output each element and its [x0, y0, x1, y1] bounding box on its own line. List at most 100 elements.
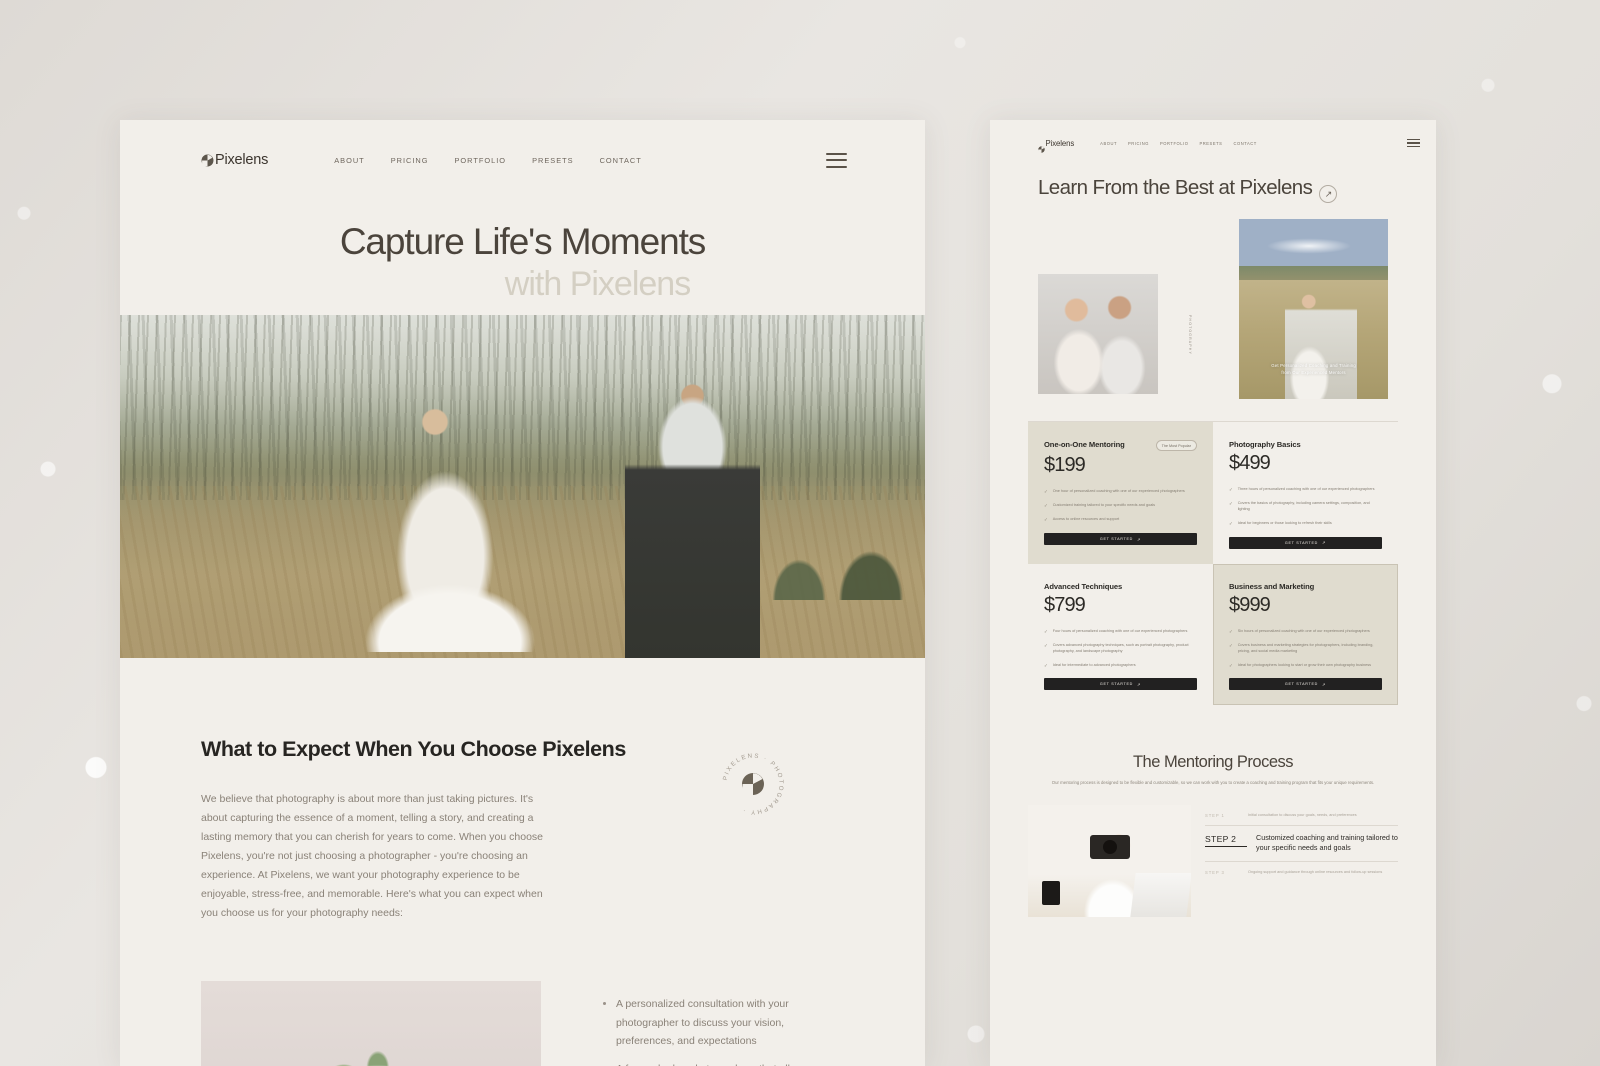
- nav-link-pricing[interactable]: PRICING: [1128, 141, 1149, 146]
- hero-bride-figure: [320, 401, 570, 652]
- card-price: $199: [1044, 454, 1086, 477]
- hamburger-icon[interactable]: [1407, 138, 1420, 148]
- check-icon: ✓: [1044, 503, 1048, 509]
- pricing-section: One-on-One Mentoring The Most Popular $1…: [1028, 421, 1398, 706]
- process-image: [1028, 804, 1191, 917]
- get-started-button[interactable]: GET STARTED ↗: [1229, 536, 1382, 549]
- button-label: GET STARTED: [1284, 540, 1319, 545]
- pricing-grid: One-on-One Mentoring The Most Popular $1…: [1028, 422, 1398, 706]
- hero-title-line2: with Pixelens: [504, 264, 691, 303]
- list-item: ✓ Ideal for beginners or those looking to…: [1229, 521, 1382, 527]
- aperture-icon: [1038, 140, 1045, 153]
- feature-text: Covers business and marketing strategies…: [1237, 642, 1374, 653]
- expect-bullet-list: A personalized consultation with your ph…: [541, 981, 841, 1066]
- arrow-up-right-icon: ↗: [1137, 536, 1142, 542]
- arrow-up-right-icon: ↗: [1322, 681, 1327, 687]
- card-header: Business and Marketing: [1229, 582, 1382, 591]
- process-step-2[interactable]: STEP 2 Customized coaching and training …: [1205, 826, 1398, 861]
- right-hero-gallery: PHOTOGRAPHY Get Personalized Coaching an…: [990, 203, 1436, 400]
- feature-text: Three hours of personalized coaching wit…: [1237, 487, 1375, 492]
- check-icon: ✓: [1044, 662, 1048, 668]
- list-item: A fun and relaxed atmosphere that allows…: [603, 1060, 841, 1066]
- check-icon: ✓: [1044, 517, 1048, 523]
- get-started-button[interactable]: GET STARTED ↗: [1229, 678, 1382, 691]
- pricing-card-advanced-techniques[interactable]: Advanced Techniques $799 ✓ Four hours of …: [1028, 564, 1213, 706]
- aperture-icon: [741, 772, 765, 796]
- card-price: $499: [1229, 452, 1271, 475]
- camera-shape: [1090, 834, 1130, 859]
- nav-link-about[interactable]: ABOUT: [1100, 141, 1117, 146]
- arrow-up-right-icon: ↗: [1322, 540, 1327, 546]
- right-nav-links: ABOUT PRICING PORTFOLIO PRESETS CONTACT: [1100, 141, 1257, 146]
- pricing-card-one-on-one[interactable]: One-on-One Mentoring The Most Popular $1…: [1028, 422, 1213, 564]
- card-price: $799: [1044, 593, 1086, 616]
- nav-link-presets[interactable]: PRESETS: [1199, 141, 1222, 146]
- button-label: GET STARTED: [1284, 682, 1319, 687]
- list-item: ✓ Customized training tailored to your sp…: [1044, 503, 1197, 509]
- brand-logo[interactable]: Pixelens: [1038, 138, 1075, 153]
- hero-groom-figure: [625, 372, 760, 658]
- brand-logo[interactable]: Pixelens: [201, 152, 268, 168]
- card-header: Advanced Techniques: [1044, 582, 1197, 591]
- right-navbar: Pixelens ABOUT PRICING PORTFOLIO PRESETS…: [990, 120, 1436, 166]
- nav-link-pricing[interactable]: PRICING: [391, 156, 429, 165]
- mug-shape: [1042, 880, 1060, 905]
- list-item: A personalized consultation with your ph…: [603, 995, 841, 1050]
- card-features: ✓ Four hours of personalized coaching wit…: [1044, 629, 1197, 669]
- nav-link-portfolio[interactable]: PORTFOLIO: [1160, 141, 1189, 146]
- card-title: Photography Basics: [1229, 440, 1301, 450]
- status-badge: The Most Popular: [1155, 440, 1197, 452]
- cloud-shape: [1249, 235, 1370, 258]
- right-page-mockup: Pixelens ABOUT PRICING PORTFOLIO PRESETS…: [990, 120, 1436, 1066]
- process-step-3[interactable]: STEP 3 Ongoing support and guidance thro…: [1205, 862, 1398, 882]
- card-title: Business and Marketing: [1229, 581, 1315, 591]
- right-hero-title: Learn From the Best at Pixelens ↗: [1038, 176, 1388, 204]
- nav-link-presets[interactable]: PRESETS: [532, 156, 574, 165]
- process-steps: STEP 1 Initial consultation to discuss y…: [1191, 805, 1398, 882]
- left-nav-links: ABOUT PRICING PORTFOLIO PRESETS CONTACT: [334, 156, 642, 165]
- mentoring-process-section: The Mentoring Process Our mentoring proc…: [990, 705, 1436, 786]
- arrow-up-right-icon[interactable]: ↗: [1319, 185, 1338, 204]
- bouquet-image: [201, 981, 541, 1066]
- card-features: ✓ Six hours of personalized coaching with…: [1229, 629, 1382, 669]
- get-started-button[interactable]: GET STARTED ↗: [1044, 533, 1197, 546]
- overlay-line-2: from Our Experienced Mentors: [1281, 370, 1346, 376]
- feature-text: Access to online resources and support: [1052, 517, 1120, 522]
- pricing-card-photography-basics[interactable]: Photography Basics $499 ✓ Three hours of …: [1213, 422, 1398, 564]
- brand-name: Pixelens: [1045, 138, 1075, 148]
- feature-text: Ideal for intermediate to advanced photo…: [1052, 662, 1136, 667]
- step-description: Ongoing support and guidance through onl…: [1248, 869, 1383, 874]
- hills-shape: [1239, 266, 1388, 281]
- step-description: Initial consultation to discuss your goa…: [1248, 812, 1357, 817]
- hamburger-icon[interactable]: [826, 152, 847, 168]
- pricing-card-business-marketing[interactable]: Business and Marketing $999 ✓ Six hours o…: [1213, 563, 1398, 706]
- vertical-photography-label: PHOTOGRAPHY: [1188, 315, 1192, 356]
- feature-text: Customized training tailored to your spe…: [1052, 503, 1156, 508]
- couple-figure: [1285, 283, 1358, 400]
- card-header: One-on-One Mentoring The Most Popular: [1044, 440, 1197, 452]
- card-features: ✓ Three hours of personalized coaching wi…: [1229, 487, 1382, 527]
- step-label: STEP 2: [1205, 833, 1247, 847]
- hero-image: [120, 314, 925, 658]
- get-started-button[interactable]: GET STARTED ↗: [1044, 678, 1197, 691]
- feature-text: Six hours of personalized coaching with …: [1237, 628, 1370, 633]
- feature-text: Four hours of personalized coaching with…: [1052, 628, 1188, 633]
- step-label: STEP 1: [1205, 812, 1225, 818]
- process-step-1[interactable]: STEP 1 Initial consultation to discuss y…: [1205, 805, 1398, 825]
- check-icon: ✓: [1229, 487, 1233, 493]
- expect-paragraph: We believe that photography is about mor…: [201, 792, 543, 920]
- feature-text: One hour of personalized coaching with o…: [1052, 489, 1185, 494]
- card-header: Photography Basics: [1229, 440, 1382, 449]
- nav-link-contact[interactable]: CONTACT: [1233, 141, 1256, 146]
- check-icon: ✓: [1229, 628, 1233, 634]
- list-item: ✓ Ideal for photographers looking to star…: [1229, 663, 1382, 669]
- list-item: ✓ Four hours of personalized coaching wit…: [1044, 629, 1197, 635]
- aperture-icon: [201, 154, 214, 167]
- process-heading: The Mentoring Process: [1132, 753, 1294, 772]
- check-icon: ✓: [1229, 501, 1233, 507]
- check-icon: ✓: [1229, 642, 1233, 648]
- nav-link-portfolio[interactable]: PORTFOLIO: [454, 156, 506, 165]
- nav-link-contact[interactable]: CONTACT: [600, 156, 642, 165]
- nav-link-about[interactable]: ABOUT: [334, 156, 364, 165]
- left-hero-heading: Capture Life's Moments with Pixelens PIX…: [120, 200, 925, 339]
